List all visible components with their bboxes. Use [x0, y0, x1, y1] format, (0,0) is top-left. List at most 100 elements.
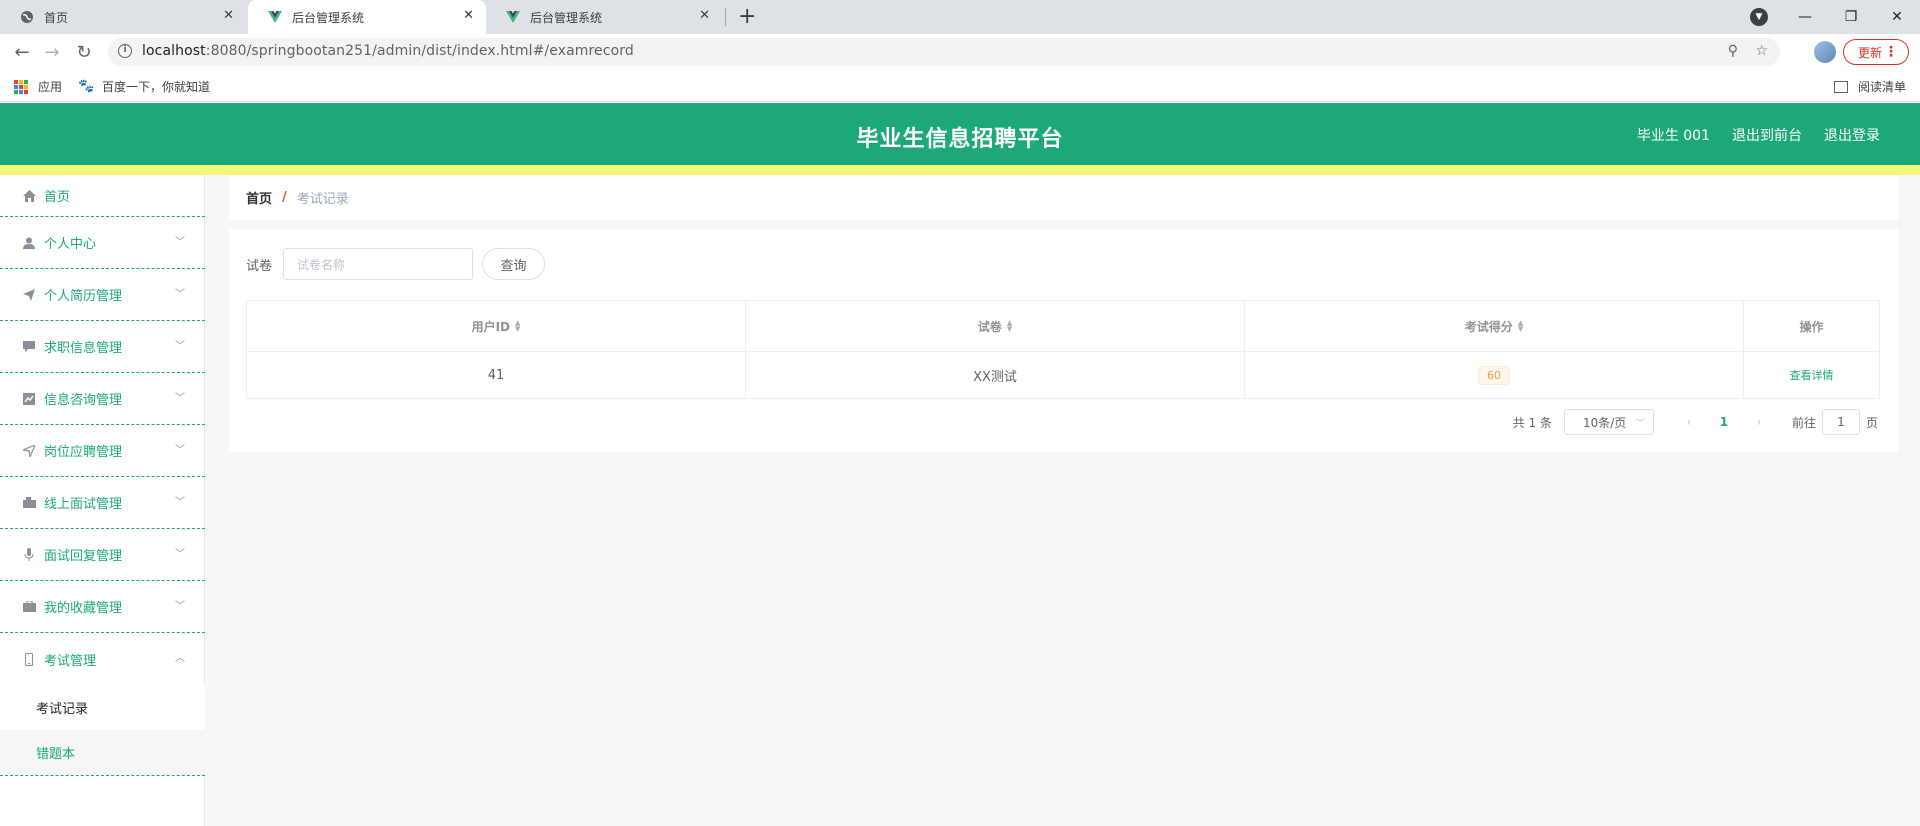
sidebar-item-online-interview[interactable]: 线上面试管理 ﹀ [0, 477, 205, 529]
breadcrumb-current: 考试记录 [296, 192, 349, 207]
breadcrumb-home[interactable]: 首页 [246, 188, 272, 207]
chevron-down-icon: ﹀ [175, 237, 185, 248]
browser-toolbar: ← → ↻ i localhost:8080/springbootan251/a… [0, 34, 1920, 70]
sort-icon[interactable]: ▲ ▼ [1007, 320, 1012, 333]
mobile-icon [22, 652, 36, 666]
query-button[interactable]: 查询 [482, 248, 545, 280]
sidebar-item-consult[interactable]: 信息咨询管理 ﹀ [0, 373, 205, 425]
browser-tab-home[interactable]: 首页 ✕ [0, 0, 246, 34]
sidebar-item-home[interactable]: 首页 [0, 175, 205, 217]
view-detail-link[interactable]: 查看详情 [1790, 367, 1834, 383]
pagination: 共 1 条 10条/页 ﹀ ‹ 1 › 前往 1 页 [1513, 409, 1878, 435]
search-placeholder: 试卷名称 [297, 257, 346, 272]
tab-title: 首页 [44, 10, 69, 25]
close-icon[interactable]: ✕ [223, 8, 234, 23]
tab-divider [725, 8, 726, 26]
tab-search-icon[interactable]: ▼ [1750, 8, 1768, 26]
column-header-action: 操作 [1799, 319, 1824, 334]
zoom-icon[interactable]: ⚲ [1728, 43, 1738, 59]
globe-icon [20, 10, 34, 24]
score-badge: 60 [1478, 365, 1510, 385]
address-bar[interactable]: i localhost:8080/springbootan251/admin/d… [108, 38, 1780, 66]
apps-grid-icon [14, 79, 28, 94]
sidebar-item-exam[interactable]: 考试管理 ︿ [0, 633, 205, 685]
vue-logo-icon [268, 10, 282, 24]
send-icon [22, 288, 36, 302]
page-number-current[interactable]: 1 [1704, 415, 1744, 429]
chevron-down-icon: ﹀ [175, 445, 185, 456]
browser-tab-bar: 首页 ✕ 后台管理系统 ✕ 后台管理系统 ✕ + ▼ — ❐ ✕ [0, 0, 1920, 34]
reading-list-icon [1833, 80, 1848, 93]
sidebar-item-job-info[interactable]: 求职信息管理 ﹀ [0, 321, 205, 373]
briefcase-icon [22, 600, 36, 614]
more-icon: ⋮ [1884, 44, 1898, 60]
sort-icon[interactable]: ▲ ▼ [515, 320, 520, 333]
chevron-down-icon: ﹀ [1635, 419, 1645, 429]
cell-paper: XX测试 [746, 352, 1245, 398]
site-info-icon[interactable]: i [118, 44, 132, 58]
prev-page-icon[interactable]: ‹ [1674, 415, 1704, 429]
star-icon[interactable]: ☆ [1755, 43, 1768, 59]
sidebar-item-application[interactable]: 岗位应聘管理 ﹀ [0, 425, 205, 477]
chart-icon [22, 392, 36, 406]
browser-tab-admin[interactable]: 后台管理系统 ✕ [486, 0, 722, 34]
vue-logo-icon [506, 10, 520, 24]
page-size-select[interactable]: 10条/页 ﹀ [1563, 409, 1654, 435]
bookmark-baidu[interactable]: 🐾 百度一下，你就知道 [78, 78, 210, 95]
sidebar-item-personal-center[interactable]: 个人中心 ﹀ [0, 217, 205, 269]
column-header-score[interactable]: 考试得分 ▲ ▼ [1245, 301, 1744, 351]
chat-icon [22, 340, 36, 354]
header-accent-bar [0, 165, 1920, 175]
chevron-down-icon: ﹀ [175, 289, 185, 300]
breadcrumb: 首页 / 考试记录 [229, 175, 1898, 220]
url-text[interactable]: localhost:8080/springbootan251/admin/dis… [142, 43, 634, 59]
submenu-item-exam-record[interactable]: 考试记录 [0, 685, 205, 730]
chevron-down-icon: ﹀ [175, 497, 185, 508]
sidebar-item-interview-reply[interactable]: 面试回复管理 ﹀ [0, 529, 205, 581]
sort-icon[interactable]: ▲ ▼ [1518, 320, 1523, 333]
goto-page-input[interactable]: 1 [1821, 409, 1860, 435]
current-user: 毕业生 001 [1636, 128, 1710, 144]
microphone-icon [22, 548, 36, 562]
paper-name-input[interactable]: 试卷名称 [283, 248, 473, 280]
next-page-icon[interactable]: › [1744, 415, 1774, 429]
home-icon [22, 189, 36, 203]
forward-icon[interactable]: → [40, 40, 64, 64]
chevron-down-icon: ﹀ [175, 549, 185, 560]
chevron-up-icon: ︿ [175, 653, 185, 664]
back-icon[interactable]: ← [10, 40, 34, 64]
camera-icon [22, 496, 36, 510]
update-button[interactable]: 更新 ⋮ [1843, 39, 1909, 65]
table-header-row: 用户ID ▲ ▼ 试卷 ▲ ▼ 考试得分 ▲ ▼ 操作 [247, 301, 1879, 352]
tab-title: 后台管理系统 [530, 10, 603, 25]
header-actions: 毕业生 001 退出到前台 退出登录 [1637, 125, 1880, 145]
back-to-front-link[interactable]: 退出到前台 [1732, 125, 1802, 145]
close-icon[interactable]: ✕ [699, 8, 710, 23]
browser-tab-admin-active[interactable]: 后台管理系统 ✕ [248, 0, 486, 34]
cell-user-id: 41 [247, 352, 746, 398]
reading-list[interactable]: 阅读清单 [1833, 78, 1906, 95]
logout-link[interactable]: 退出登录 [1824, 125, 1880, 145]
chevron-down-icon: ﹀ [175, 601, 185, 612]
chevron-down-icon: ﹀ [175, 393, 185, 404]
sidebar-item-resume[interactable]: 个人简历管理 ﹀ [0, 269, 205, 321]
breadcrumb-separator: / [282, 190, 287, 205]
column-header-user-id[interactable]: 用户ID ▲ ▼ [247, 301, 746, 351]
window-close-icon[interactable]: ✕ [1874, 0, 1920, 34]
bookmarks-bar: 应用 🐾 百度一下，你就知道 阅读清单 [0, 70, 1920, 102]
sidebar: 首页 个人中心 ﹀ 个人简历管理 ﹀ 求职信息管理 ﹀ 信息咨询管理 ﹀ 岗位应… [0, 175, 205, 826]
minimize-icon[interactable]: — [1782, 0, 1828, 34]
submenu-item-wrong-questions[interactable]: 错题本 [0, 730, 205, 775]
table-row: 41 XX测试 60 查看详情 [247, 352, 1879, 398]
reload-icon[interactable]: ↻ [72, 40, 96, 64]
exam-record-table: 用户ID ▲ ▼ 试卷 ▲ ▼ 考试得分 ▲ ▼ 操作 41 XX测试 60 查看详情 [246, 300, 1880, 399]
bookmark-apps[interactable]: 应用 [14, 78, 62, 95]
location-icon [22, 444, 36, 458]
new-tab-icon[interactable]: + [738, 4, 756, 30]
sidebar-divider [0, 775, 205, 776]
column-header-paper[interactable]: 试卷 ▲ ▼ [746, 301, 1245, 351]
profile-avatar[interactable] [1814, 41, 1836, 63]
close-icon[interactable]: ✕ [463, 8, 474, 23]
sidebar-item-favorites[interactable]: 我的收藏管理 ﹀ [0, 581, 205, 633]
restore-icon[interactable]: ❐ [1828, 0, 1874, 34]
